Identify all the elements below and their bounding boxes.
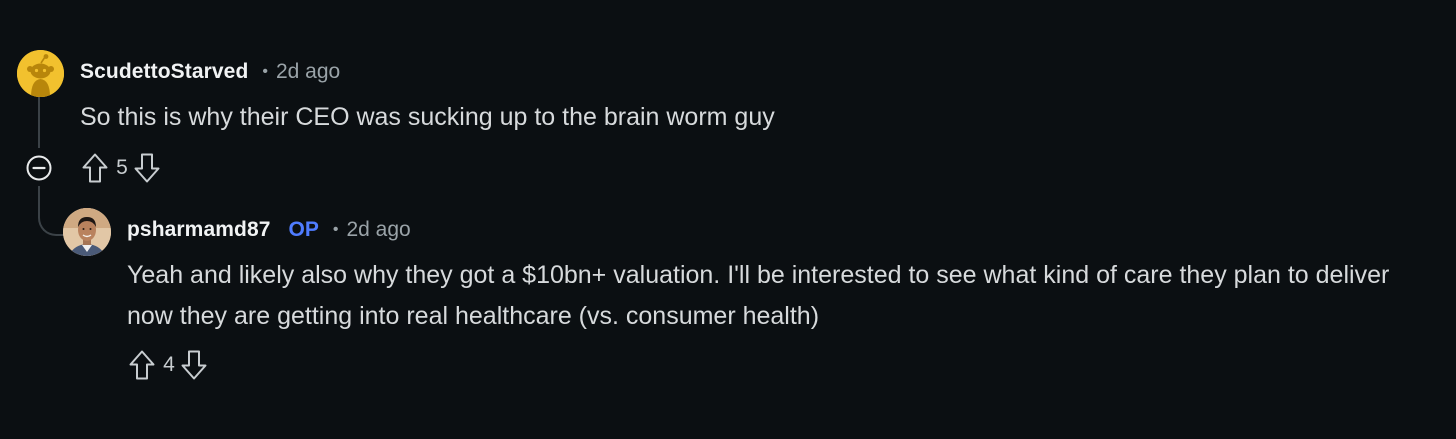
avatar[interactable] — [63, 208, 111, 256]
avatar[interactable] — [17, 50, 64, 97]
vote-controls: 5 — [80, 151, 162, 185]
op-badge: OP — [288, 218, 319, 241]
username-link[interactable]: ScudettoStarved — [80, 60, 248, 84]
comment-header: psharmamd87 OP • 2d ago — [127, 218, 411, 242]
timestamp[interactable]: 2d ago — [346, 218, 410, 242]
upvote-arrow-icon — [82, 153, 108, 183]
upvote-button[interactable] — [80, 151, 110, 185]
downvote-button[interactable] — [132, 151, 162, 185]
comment-thread: ScudettoStarved • 2d ago So this is why … — [0, 0, 1456, 439]
downvote-arrow-icon — [134, 153, 160, 183]
comment-header: ScudettoStarved • 2d ago — [80, 60, 340, 84]
upvote-button[interactable] — [127, 348, 157, 382]
user-photo-avatar-icon — [63, 208, 111, 256]
separator-dot: • — [332, 221, 339, 238]
downvote-arrow-icon — [181, 350, 207, 380]
vote-count: 4 — [163, 353, 175, 376]
thread-line — [38, 96, 40, 148]
vote-controls: 4 — [127, 348, 209, 382]
collapse-thread-button[interactable] — [25, 154, 53, 182]
thread-reply-connector — [38, 186, 64, 236]
collapse-thread-icon — [26, 155, 52, 181]
upvote-arrow-icon — [129, 350, 155, 380]
reddit-snoo-avatar-icon — [17, 50, 64, 97]
vote-count: 5 — [116, 156, 128, 179]
comment-body: Yeah and likely also why they got a $10b… — [127, 261, 1390, 330]
timestamp[interactable]: 2d ago — [276, 60, 340, 84]
comment-body: So this is why their CEO was sucking up … — [80, 103, 775, 131]
separator-dot: • — [262, 63, 268, 80]
username-link[interactable]: psharmamd87 — [127, 218, 271, 242]
downvote-button[interactable] — [179, 348, 209, 382]
